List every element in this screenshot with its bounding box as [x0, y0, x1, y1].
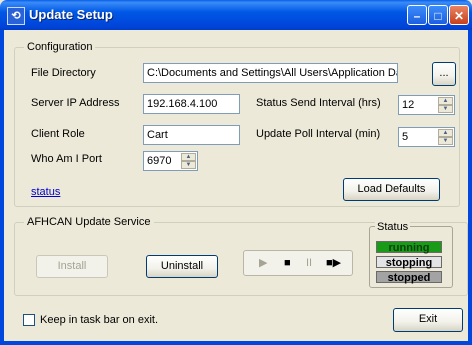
status-send-interval-label: Status Send Interval (hrs) — [256, 97, 381, 109]
maximize-button[interactable]: □ — [428, 5, 448, 25]
title-bar[interactable]: ⟲ Update Setup – □ ✕ — [0, 0, 472, 30]
update-poll-interval-value: 5 — [402, 131, 409, 143]
exit-button[interactable]: Exit — [393, 308, 463, 332]
file-directory-label: File Directory — [31, 67, 96, 79]
status-stopped-badge: stopped — [376, 271, 442, 284]
file-directory-field[interactable]: C:\Documents and Settings\All Users\Appl… — [143, 63, 398, 83]
who-am-i-port-value: 6970 — [147, 155, 172, 167]
spin-up-icon[interactable]: ▲ — [181, 153, 196, 161]
update-service-group-label: AFHCAN Update Service — [24, 216, 154, 228]
keep-in-taskbar-label: Keep in task bar on exit. — [40, 314, 159, 326]
status-running-badge: running — [376, 241, 442, 254]
who-am-i-port-label: Who Am I Port — [31, 153, 102, 165]
load-defaults-button[interactable]: Load Defaults — [343, 178, 440, 201]
media-controls: ▶ ■ II ■▶ — [243, 250, 353, 276]
browse-button[interactable]: ... — [432, 62, 456, 86]
server-ip-label: Server IP Address — [31, 97, 120, 109]
status-send-interval-value: 12 — [402, 99, 415, 111]
client-role-label: Client Role — [31, 128, 85, 140]
update-poll-interval-stepper[interactable]: 5 ▲ ▼ — [398, 127, 455, 147]
play-icon[interactable]: ▶ — [259, 256, 267, 270]
status-box-label: Status — [375, 221, 411, 233]
install-button[interactable]: Install — [36, 255, 108, 278]
who-am-i-port-arrows[interactable]: ▲ ▼ — [181, 153, 196, 169]
client-role-field[interactable]: Cart — [143, 125, 240, 145]
spin-down-icon[interactable]: ▼ — [438, 105, 453, 113]
stop-icon[interactable]: ■ — [284, 256, 291, 270]
update-poll-interval-arrows[interactable]: ▲ ▼ — [438, 129, 453, 145]
status-box: Status running stopping stopped — [369, 221, 453, 288]
status-stopping-badge: stopping — [376, 256, 442, 269]
spin-down-icon[interactable]: ▼ — [438, 137, 453, 145]
spin-up-icon[interactable]: ▲ — [438, 129, 453, 137]
spin-up-icon[interactable]: ▲ — [438, 97, 453, 105]
update-poll-interval-label: Update Poll Interval (min) — [256, 128, 381, 140]
window-title: Update Setup — [29, 7, 113, 22]
status-link[interactable]: status — [31, 186, 60, 198]
configuration-group-label: Configuration — [24, 41, 96, 53]
app-icon: ⟲ — [7, 7, 25, 25]
status-send-interval-stepper[interactable]: 12 ▲ ▼ — [398, 95, 455, 115]
pause-icon[interactable]: II — [306, 256, 312, 270]
minimize-button[interactable]: – — [407, 5, 427, 25]
uninstall-button[interactable]: Uninstall — [146, 255, 218, 278]
status-send-interval-arrows[interactable]: ▲ ▼ — [438, 97, 453, 113]
spin-down-icon[interactable]: ▼ — [181, 161, 196, 169]
step-icon[interactable]: ■▶ — [326, 256, 341, 270]
close-button[interactable]: ✕ — [449, 5, 469, 25]
server-ip-field[interactable]: 192.168.4.100 — [143, 94, 240, 114]
keep-in-taskbar-checkbox[interactable] — [23, 314, 35, 326]
who-am-i-port-stepper[interactable]: 6970 ▲ ▼ — [143, 151, 198, 171]
